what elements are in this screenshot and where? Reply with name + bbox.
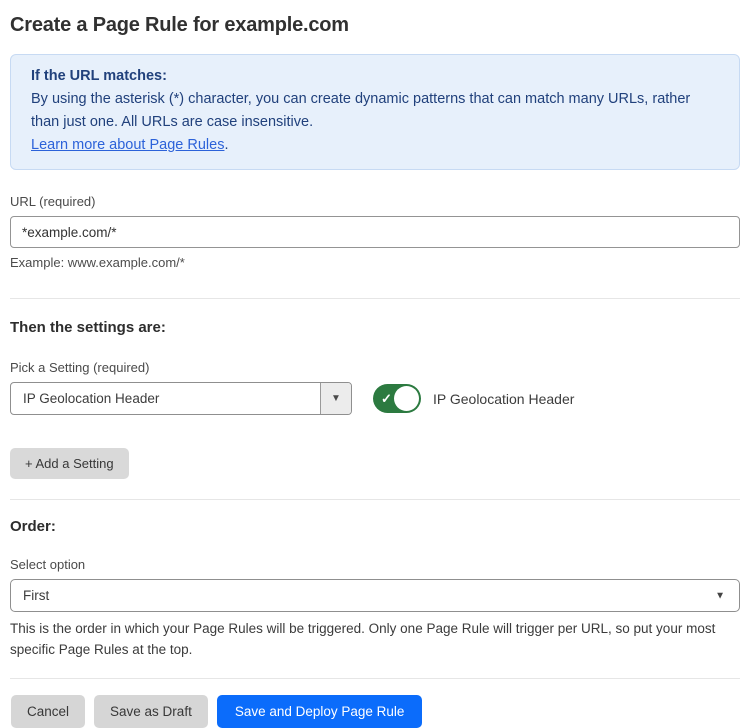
order-select-value: First — [23, 588, 49, 603]
settings-section-heading: Then the settings are: — [10, 319, 740, 336]
divider — [10, 678, 740, 679]
order-helper-text: This is the order in which your Page Rul… — [10, 618, 740, 660]
check-icon: ✓ — [381, 392, 392, 405]
save-as-draft-button[interactable]: Save as Draft — [94, 695, 208, 728]
ip-geolocation-toggle[interactable]: ✓ — [373, 384, 421, 413]
order-select-label: Select option — [10, 557, 740, 572]
setting-select-value: IP Geolocation Header — [11, 383, 320, 414]
save-and-deploy-button[interactable]: Save and Deploy Page Rule — [217, 695, 423, 728]
chevron-down-icon: ▼ — [331, 393, 341, 404]
url-example-helper: Example: www.example.com/* — [10, 255, 740, 270]
chevron-down-icon: ▼ — [715, 590, 725, 601]
info-box-link-line: Learn more about Page Rules. — [31, 134, 719, 157]
link-suffix: . — [224, 137, 228, 153]
setting-row: IP Geolocation Header ▼ ✓ IP Geolocation… — [10, 382, 740, 415]
add-setting-button[interactable]: + Add a Setting — [10, 448, 129, 479]
toggle-label: IP Geolocation Header — [433, 391, 574, 407]
order-section-heading: Order: — [10, 518, 740, 535]
cancel-button[interactable]: Cancel — [11, 695, 85, 728]
setting-select-caret-button[interactable]: ▼ — [320, 383, 351, 414]
pick-setting-label: Pick a Setting (required) — [10, 360, 740, 375]
page-title: Create a Page Rule for example.com — [10, 14, 740, 37]
divider — [10, 298, 740, 299]
info-box-heading: If the URL matches: — [31, 65, 719, 88]
ip-geolocation-toggle-group: ✓ IP Geolocation Header — [373, 384, 574, 413]
create-page-rule-form: Create a Page Rule for example.com If th… — [0, 0, 750, 728]
url-input[interactable] — [10, 216, 740, 248]
order-select[interactable]: First ▼ — [10, 579, 740, 612]
learn-more-link[interactable]: Learn more about Page Rules — [31, 137, 224, 153]
toggle-knob — [394, 386, 419, 411]
info-box-body: By using the asterisk (*) character, you… — [31, 88, 719, 134]
url-field-label: URL (required) — [10, 194, 740, 209]
setting-select[interactable]: IP Geolocation Header ▼ — [10, 382, 352, 415]
url-matches-info-box: If the URL matches: By using the asteris… — [10, 54, 740, 170]
footer-actions: Cancel Save as Draft Save and Deploy Pag… — [10, 695, 740, 728]
divider — [10, 499, 740, 500]
